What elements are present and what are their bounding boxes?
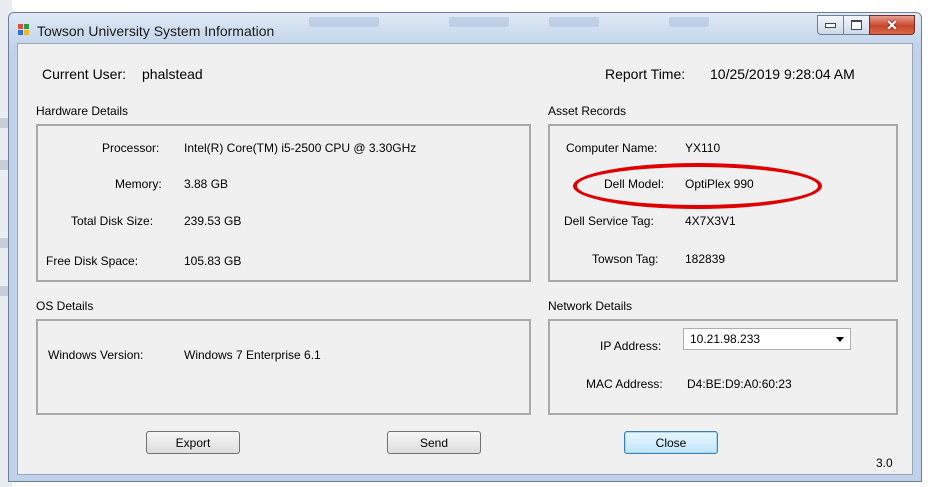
hardware-group-title: Hardware Details [36,104,129,118]
memory-label: Memory: [115,177,162,191]
version-label: 3.0 [876,456,893,470]
mac-address-label: MAC Address: [586,377,663,391]
close-window-button[interactable]: ✕ [869,15,915,35]
dell-service-tag-label: Dell Service Tag: [564,214,654,228]
dell-service-tag-value: 4X7X3V1 [685,214,736,228]
free-disk-space-value: 105.83 GB [184,254,242,268]
mac-address-value: D4:BE:D9:A0:60:23 [687,377,792,391]
ip-address-value: 10.21.98.233 [690,332,761,346]
computer-name-label: Computer Name: [566,141,658,155]
background-mark [0,238,8,248]
computer-name-value: YX110 [685,141,721,155]
system-info-window: Towson University System Information ✕ C… [8,12,922,482]
total-disk-size-value: 239.53 GB [184,214,242,228]
processor-label: Processor: [102,141,160,155]
processor-value: Intel(R) Core(TM) i5-2500 CPU @ 3.30GHz [184,141,417,155]
minimize-button[interactable] [817,15,844,35]
close-button[interactable]: Close [624,431,718,454]
app-window-icon [18,24,32,36]
window-title: Towson University System Information [37,23,275,39]
close-icon: ✕ [886,17,898,33]
asset-group-title: Asset Records [548,104,627,118]
titlebar-reflection [549,17,599,27]
titlebar-reflection [669,17,709,27]
towson-tag-value: 182839 [685,252,726,266]
highlight-ellipse-annotation [573,163,822,209]
free-disk-space-label: Free Disk Space: [46,254,139,268]
windows-version-value: Windows 7 Enterprise 6.1 [184,348,321,362]
background-mark [0,118,8,128]
ip-address-label: IP Address: [600,339,662,353]
minimize-icon [825,22,836,28]
report-time-label: Report Time: [605,66,686,82]
os-group-title: OS Details [36,299,94,313]
background-mark [0,286,8,296]
maximize-button[interactable] [843,15,870,35]
client-area: Current User: phalstead Report Time: 10/… [17,43,913,475]
chevron-down-icon[interactable] [836,337,844,342]
background-mark [0,160,8,170]
memory-value: 3.88 GB [184,177,229,191]
maximize-icon [851,20,862,30]
send-button[interactable]: Send [387,431,481,454]
towson-tag-label: Towson Tag: [592,252,659,266]
ip-address-select[interactable]: 10.21.98.233 [683,328,851,350]
titlebar-reflection [449,17,509,27]
title-bar[interactable]: Towson University System Information ✕ [9,13,921,43]
windows-version-label: Windows Version: [48,348,144,362]
network-group-title: Network Details [548,299,633,313]
os-group-box [36,319,531,415]
current-user-value: phalstead [142,66,203,82]
titlebar-reflection [309,17,379,27]
export-button[interactable]: Export [146,431,240,454]
total-disk-size-label: Total Disk Size: [71,214,154,228]
current-user-label: Current User: [42,66,127,82]
report-time-value: 10/25/2019 9:28:04 AM [710,66,855,82]
